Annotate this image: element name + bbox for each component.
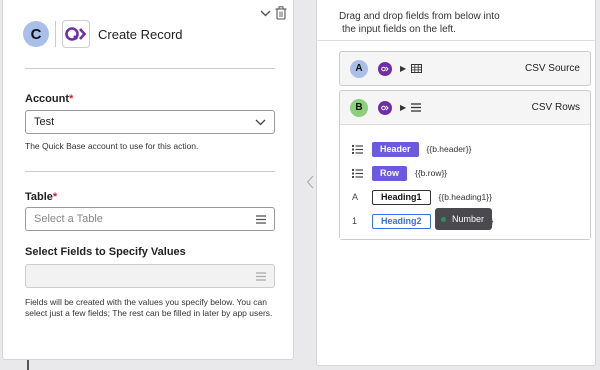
field-chip-header[interactable]: Header (372, 141, 419, 157)
quickbase-logo-icon (378, 61, 392, 76)
tooltip-text: Number (452, 214, 485, 224)
source-label: CSV Rows (531, 102, 580, 113)
step-letter-badge: C (23, 21, 49, 47)
account-label: Account* (25, 93, 74, 105)
field-expression: {{b.header}} (426, 144, 472, 154)
field-chip-heading2[interactable]: Heading2 (372, 213, 431, 229)
account-select[interactable]: Test (25, 110, 275, 134)
list-type-icon (352, 168, 366, 178)
step-title: Create Record (98, 26, 183, 42)
field-row: Row {{b.row}} (350, 161, 580, 185)
source-label: CSV Source (524, 63, 580, 74)
flow-connector (27, 360, 29, 370)
header-divider (55, 21, 56, 47)
source-letter-badge: A (350, 59, 368, 78)
table-grid-icon (411, 64, 423, 73)
field-chip-heading1[interactable]: Heading1 (372, 189, 431, 205)
source-header[interactable]: B ▶ CSV Rows (340, 91, 590, 124)
step-header: C Create Record (23, 20, 183, 48)
account-value: Test (34, 116, 55, 128)
source-csv-source[interactable]: A ▶ CSV Source (339, 51, 591, 86)
select-fields-help-text: Fields will be created with the values y… (25, 297, 273, 318)
table-select[interactable]: Select a Table (25, 207, 275, 231)
chevron-down-icon (255, 119, 266, 125)
list-icon (256, 214, 266, 224)
select-fields-input[interactable] (25, 264, 275, 288)
section-divider (317, 40, 597, 41)
panel-chevron-left-icon[interactable] (306, 175, 314, 194)
section-divider (25, 68, 275, 69)
source-header[interactable]: A ▶ CSV Source (340, 52, 590, 85)
list-icon (256, 271, 266, 281)
step-panel: C Create Record Account* Test The Quick … (2, 0, 294, 360)
table-label: Table* (25, 191, 58, 203)
expand-triangle-icon[interactable]: ▶ (400, 64, 406, 73)
quickbase-logo-icon (62, 20, 90, 48)
field-expression: {{b.row}} (415, 168, 448, 178)
collapse-chevron-icon[interactable] (259, 7, 271, 19)
list-icon (411, 103, 422, 112)
fields-panel: Drag and drop fields from below into the… (316, 0, 597, 366)
drag-instructions: Drag and drop fields from below into the… (339, 11, 500, 35)
expand-triangle-icon[interactable]: ▶ (400, 103, 406, 112)
tooltip-dot-icon (441, 216, 446, 222)
table-placeholder: Select a Table (34, 213, 103, 225)
field-row: A Heading1 {{b.heading1}} (350, 185, 580, 209)
section-divider (25, 171, 275, 172)
field-chip-row[interactable]: Row (372, 165, 407, 181)
field-row: Header {{b.header}} (350, 137, 580, 161)
text-type-icon: A (352, 192, 359, 202)
panel-actions (259, 6, 287, 20)
list-type-icon (352, 144, 366, 154)
trash-icon[interactable] (275, 6, 287, 20)
source-letter-badge: B (350, 98, 368, 117)
select-fields-label: Select Fields to Specify Values (25, 246, 186, 258)
field-expression: {{b.heading1}} (438, 192, 492, 202)
quickbase-logo-icon (378, 100, 392, 115)
field-type-tooltip: Number (435, 208, 493, 230)
number-type-icon: 1 (352, 216, 358, 226)
account-help-text: The Quick Base account to use for this a… (25, 141, 199, 151)
